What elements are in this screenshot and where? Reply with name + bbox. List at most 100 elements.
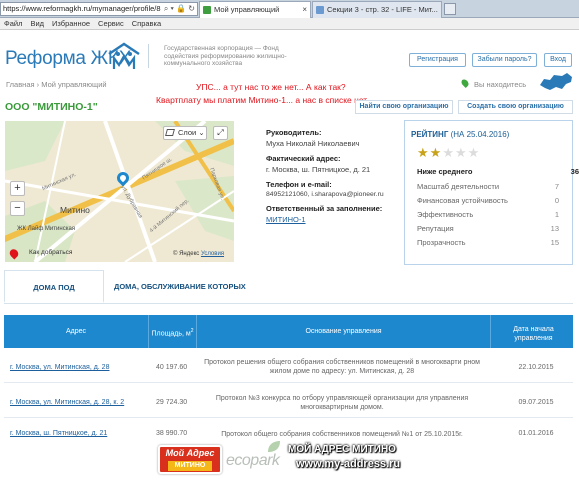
- leaf-icon: [268, 441, 280, 452]
- zoom-out-button[interactable]: −: [10, 201, 25, 216]
- star-empty-icon: ★: [467, 145, 481, 160]
- watermark-site-name: МОЙ АДРЕС МИТИНО: [288, 444, 396, 455]
- org-title: ООО "МИТИНО-1": [5, 101, 98, 113]
- map-terms-link[interactable]: Условия: [201, 251, 224, 257]
- row-area: 38 990.70: [156, 430, 188, 437]
- row-basis: Протокол общего собрания собственников п…: [221, 431, 463, 438]
- map-attribution: © Яндекс Условия: [173, 251, 224, 257]
- row-area: 40 197.60: [156, 364, 188, 371]
- fullscreen-icon[interactable]: ⤢: [213, 126, 228, 140]
- menu-file[interactable]: Файл: [4, 19, 22, 28]
- star-empty-icon: ★: [454, 145, 468, 160]
- site-favicon-icon: [316, 6, 324, 14]
- menu-favorites[interactable]: Избранное: [52, 19, 90, 28]
- phone-value: 84952121060, i.sharapova@pioneer.ru: [266, 191, 384, 198]
- browser-menu-bar: Файл Вид Избранное Сервис Справка: [0, 18, 579, 30]
- watermark-badge-bottom: МИТИНО: [168, 461, 212, 471]
- map-canvas[interactable]: [5, 121, 234, 262]
- rating-row-label: Эффективность: [417, 210, 474, 219]
- breadcrumb-separator: ›: [36, 80, 40, 89]
- yandex-copyright: © Яндекс: [173, 251, 200, 257]
- rating-row-value: 15: [550, 238, 559, 247]
- row-address-link[interactable]: г. Москва, ш. Пятницкое, д. 21: [10, 430, 107, 437]
- new-tab-button[interactable]: [444, 3, 456, 15]
- rating-level: Ниже среднего 36: [417, 167, 579, 176]
- row-address-link[interactable]: г. Москва, ул. Митинская, д. 28, к. 2: [10, 399, 124, 406]
- close-tab-icon[interactable]: ×: [302, 2, 307, 18]
- breadcrumb-home[interactable]: Главная: [6, 80, 35, 89]
- rating-date: (НА 25.04.2016): [450, 130, 510, 139]
- table-header-area-label: Площадь, м: [151, 330, 191, 338]
- table-header: Адрес Площадь, м2 Основание управления Д…: [4, 315, 573, 348]
- rating-row: Прозрачность 15: [417, 238, 559, 247]
- address-bar-icons[interactable]: ⌕ ▾ 🔒 ↻: [164, 3, 195, 15]
- phone-label: Телефон и e-mail:: [266, 180, 332, 189]
- rating-title-text: РЕЙТИНГ: [411, 130, 449, 139]
- forgot-password-button[interactable]: Забыли пароль?: [472, 53, 537, 67]
- table-header-date: Дата начала управления: [513, 326, 554, 342]
- watermark-site-url: www.my-address.ru: [296, 458, 401, 470]
- responsible-link[interactable]: МИТИНО-1: [266, 215, 401, 224]
- tab-houses-managed[interactable]: ДОМА ПОД УПРАВЛЕНИЕМ: [4, 270, 104, 325]
- rating-level-label: Ниже среднего: [417, 167, 473, 176]
- row-basis: Протокол решения общего собрания собстве…: [204, 359, 480, 375]
- row-basis: Протокол №3 конкурса по отбору управляющ…: [215, 395, 469, 411]
- breadcrumb-current: Мой управляющий: [41, 80, 107, 89]
- table-row: г. Москва, ул. Митинская, д. 28 40 197.6…: [4, 348, 573, 383]
- row-address-link[interactable]: г. Москва, ул. Митинская, д. 28: [10, 364, 109, 371]
- rating-row-label: Прозрачность: [417, 238, 466, 247]
- site-favicon-icon: [203, 6, 211, 14]
- map-label-complex: ЖК Лайф Митинская: [17, 226, 76, 232]
- overlay-comment-line-1: УПС... а тут нас то же нет... А как так?: [196, 82, 346, 92]
- rating-row-value: 1: [554, 210, 559, 219]
- table-header-area-sup: 2: [190, 328, 194, 334]
- address-value: г. Москва, ш. Пятницкое, д. 21: [266, 165, 371, 174]
- menu-view[interactable]: Вид: [30, 19, 44, 28]
- rating-row-value: 7: [554, 182, 559, 191]
- register-button[interactable]: Регистрация: [409, 53, 466, 67]
- rating-row-value: 13: [550, 224, 559, 233]
- corporation-description: Государственная корпорация — Фонд содейс…: [164, 45, 287, 67]
- rating-row: Эффективность 1: [417, 210, 559, 219]
- find-organization-button[interactable]: Найти свою организацию: [355, 100, 453, 114]
- browser-tab-active[interactable]: Мой управляющий ×: [199, 1, 311, 18]
- layers-label: Слои: [178, 128, 197, 137]
- rating-row: Масштаб деятельности 7: [417, 182, 559, 191]
- route-link[interactable]: Как добраться: [29, 249, 72, 256]
- login-button[interactable]: Вход: [544, 53, 572, 67]
- row-area: 29 724.30: [156, 399, 188, 406]
- table-header-area: Площадь, м2: [149, 315, 197, 348]
- watermark-badge: Мой Адрес МИТИНО: [158, 445, 222, 474]
- menu-help[interactable]: Справка: [132, 19, 161, 28]
- address-label: Фактический адрес:: [266, 154, 341, 163]
- row-date: 09.07.2015: [518, 399, 554, 406]
- rating-row: Репутация 13: [417, 224, 559, 233]
- rating-row-value: 0: [554, 196, 559, 205]
- russia-map-icon: [540, 73, 572, 90]
- table-row: г. Москва, ул. Митинская, д. 28, к. 2 29…: [4, 383, 573, 418]
- zoom-in-button[interactable]: +: [10, 181, 25, 196]
- address-bar[interactable]: https://www.reformagkh.ru/mymanager/prof…: [0, 2, 198, 16]
- row-date: 22.10.2015: [518, 364, 554, 371]
- rating-row-label: Масштаб деятельности: [417, 182, 500, 191]
- browser-tab[interactable]: Секции 3 - стр. 32 - LIFE - Мит...: [312, 1, 442, 18]
- create-organization-button[interactable]: Создать свою организацию: [458, 100, 573, 114]
- rating-row-label: Репутация: [417, 224, 454, 233]
- star-empty-icon: ★: [442, 145, 455, 160]
- menu-tools[interactable]: Сервис: [98, 19, 124, 28]
- manager-label: Руководитель:: [266, 128, 322, 137]
- tab-houses-finished[interactable]: ДОМА, ОБСЛУЖИВАНИЕ КОТОРЫХ ЗАВЕРШЕНО: [114, 270, 284, 324]
- rating-level-value: 36: [570, 167, 579, 176]
- location-pin-icon: [460, 78, 470, 88]
- address-bar-url: https://www.reformagkh.ru/mymanager/prof…: [3, 4, 161, 13]
- watermark-badge-top: Мой Адрес: [165, 448, 215, 458]
- row-date: 01.01.2016: [518, 430, 554, 437]
- rating-row: Финансовая устойчивость 0: [417, 196, 559, 205]
- rating-row-label: Финансовая устойчивость: [417, 196, 508, 205]
- star-filled-icon: ★: [417, 145, 430, 160]
- org-details: Руководитель: Муха Николай Николаевич Фа…: [266, 128, 401, 224]
- map[interactable]: Слои ⌄ ⤢ + − Митино ЖК Лайф Митинская Ми…: [5, 121, 234, 262]
- location-label: Вы находитесь: [474, 80, 527, 89]
- map-label-mitino: Митино: [60, 205, 90, 215]
- responsible-label: Ответственный за заполнение:: [266, 204, 383, 213]
